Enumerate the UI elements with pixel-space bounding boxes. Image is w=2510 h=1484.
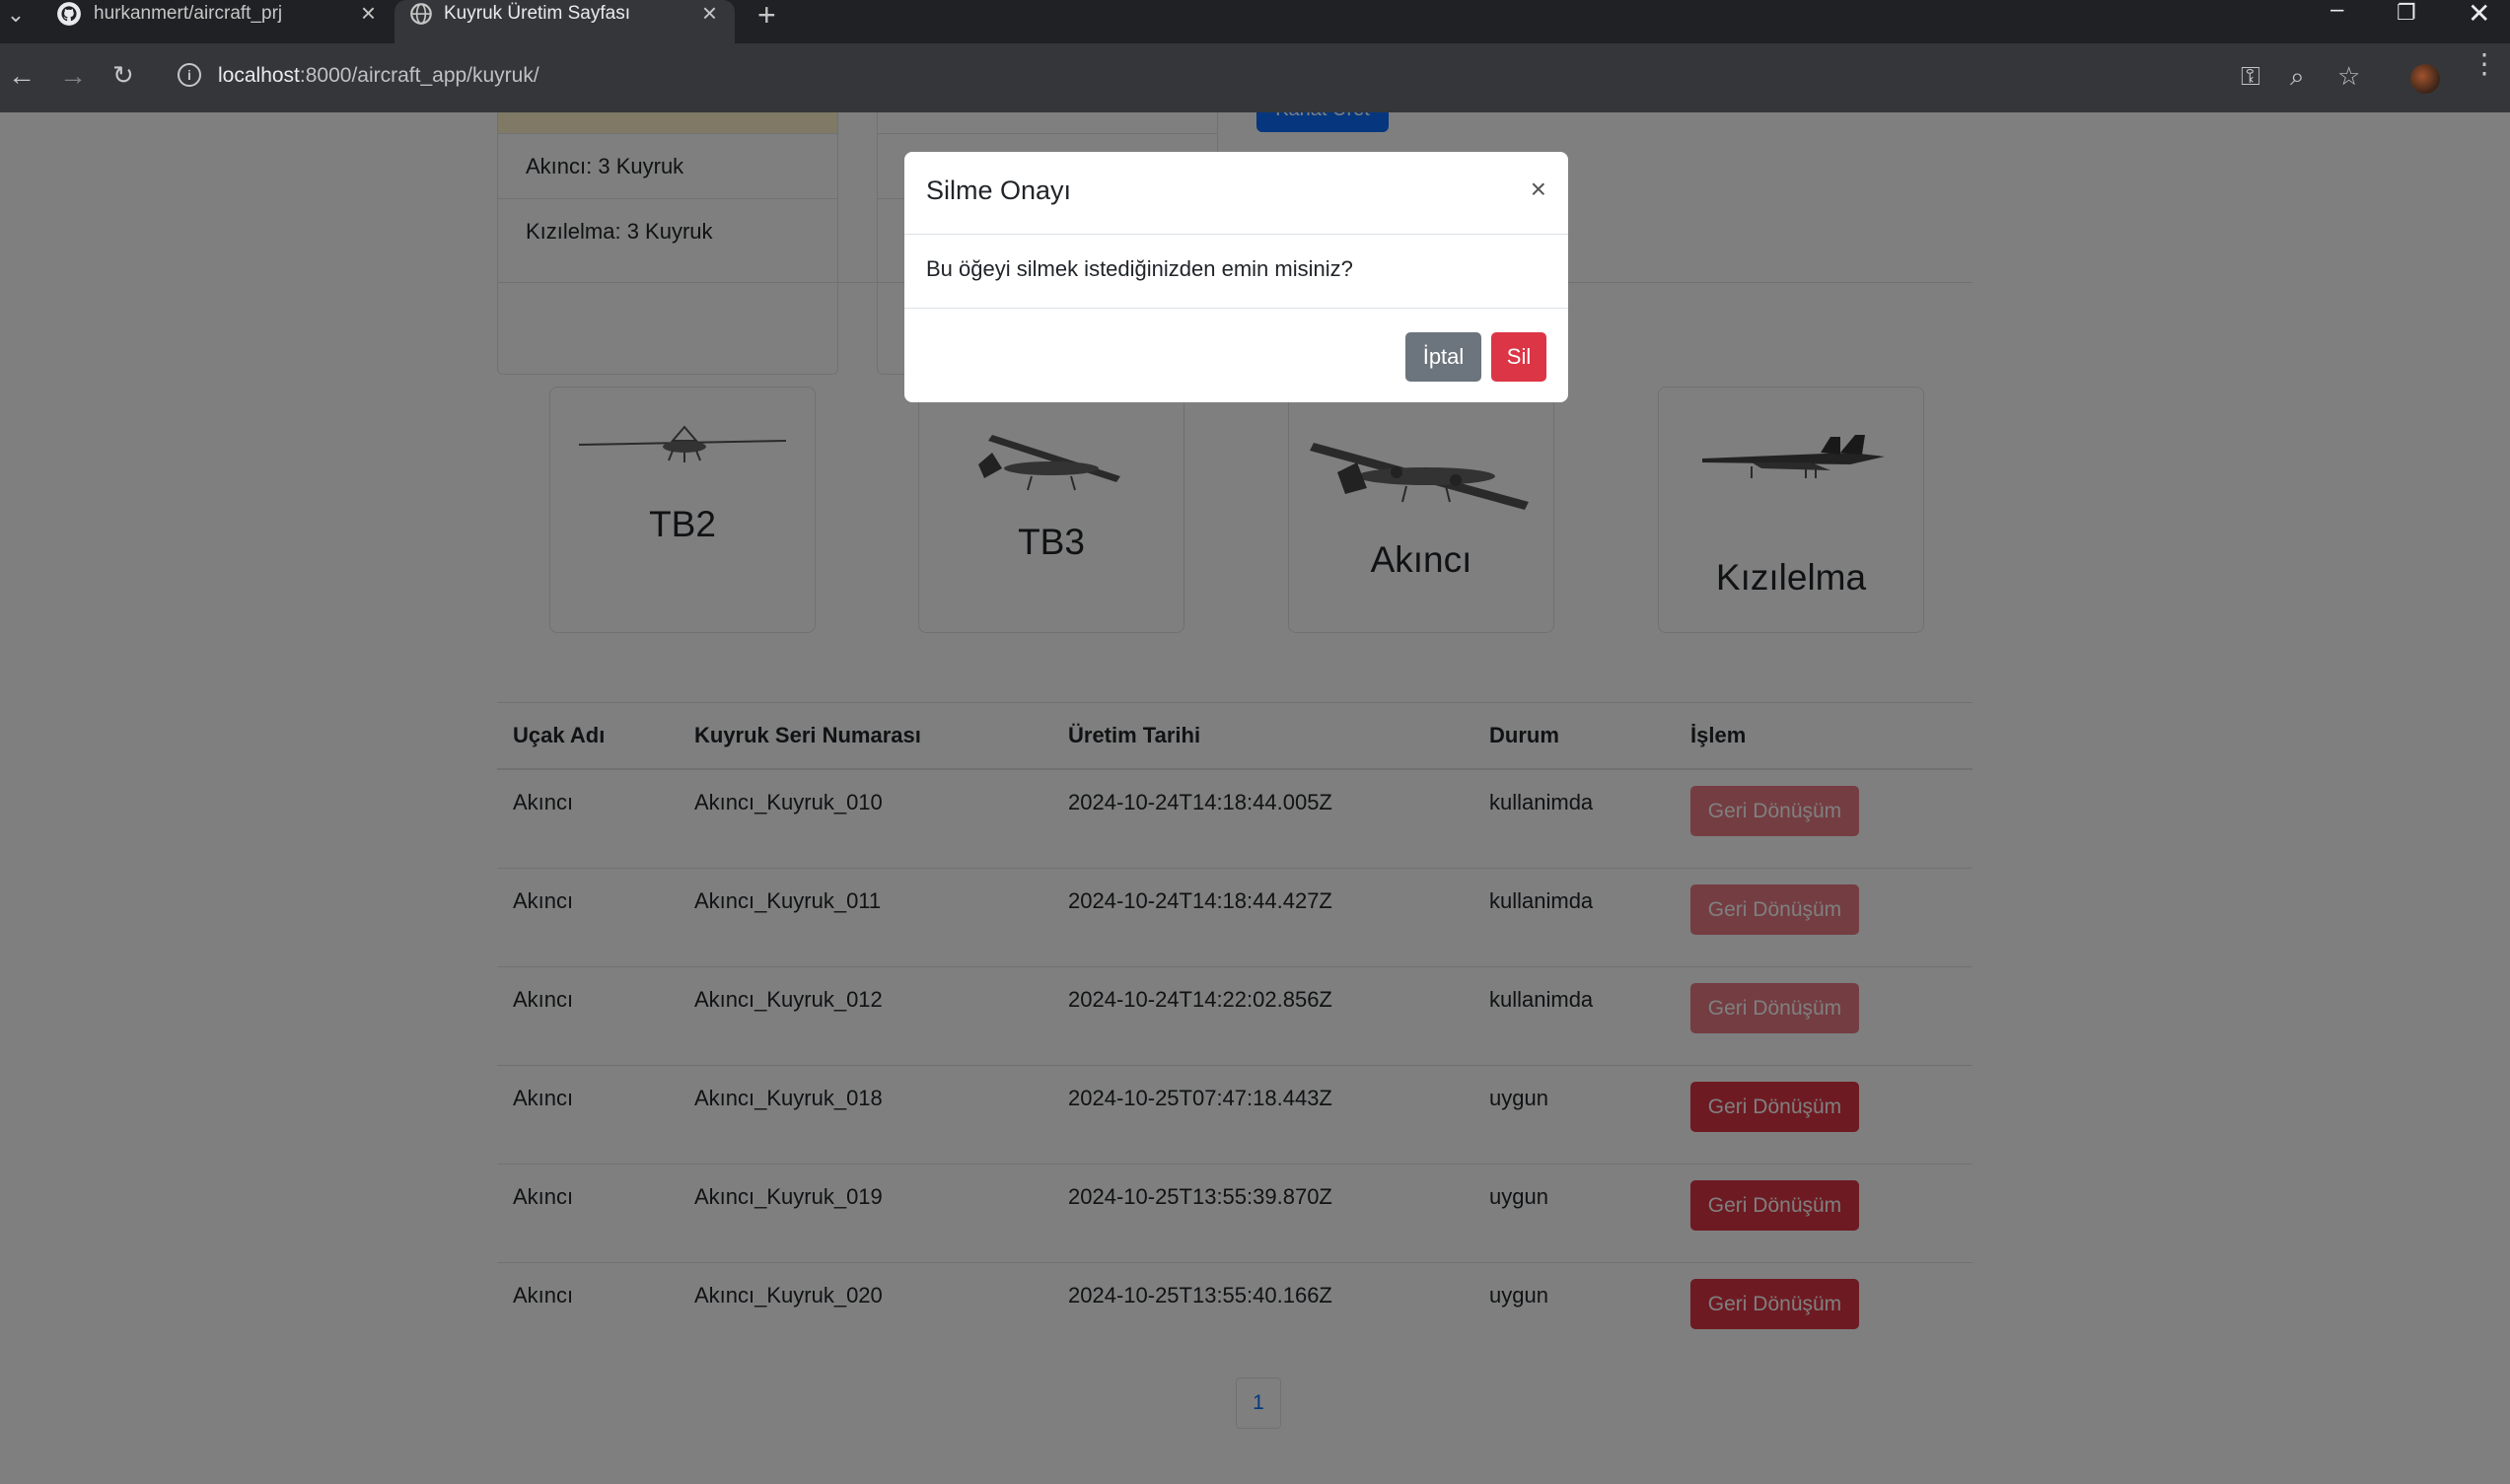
- zoom-icon[interactable]: ⌕: [2290, 61, 2305, 93]
- close-icon[interactable]: ×: [1531, 174, 1546, 205]
- tab-search-icon[interactable]: ⌄: [2, 0, 30, 32]
- browser-toolbar: ← → ↻ i localhost:8000/aircraft_app/kuyr…: [0, 43, 2510, 112]
- modal-body-text: Bu öğeyi silmek istediğinizden emin misi…: [926, 256, 1353, 281]
- close-window-icon[interactable]: ✕: [2468, 0, 2490, 30]
- restore-icon[interactable]: ❐: [2397, 0, 2416, 26]
- cancel-button[interactable]: İptal: [1405, 332, 1481, 382]
- tab-github[interactable]: hurkanmert/aircraft_prj ×: [36, 0, 394, 43]
- close-tab-icon[interactable]: ×: [361, 0, 376, 29]
- modal-title: Silme Onayı: [926, 176, 1072, 205]
- modal-header: Silme Onayı ×: [904, 152, 1568, 235]
- page-content: Akıncı: 3 Kuyruk Kızılelma: 3 Kuyruk Kan…: [0, 112, 2510, 1484]
- modal-footer-divider: [904, 308, 1568, 309]
- github-icon: [57, 2, 81, 26]
- site-info-icon[interactable]: i: [178, 63, 201, 87]
- forward-icon[interactable]: →: [59, 60, 87, 92]
- browser-menu-icon[interactable]: ⋮: [2471, 50, 2498, 78]
- tab-title: hurkanmert/aircraft_prj: [94, 3, 283, 24]
- password-key-icon[interactable]: ⚿: [2241, 61, 2260, 93]
- profile-avatar[interactable]: [2410, 64, 2440, 94]
- url-text: localhost:8000/aircraft_app/kuyruk/: [218, 64, 539, 87]
- minimize-icon[interactable]: –: [2331, 0, 2343, 24]
- tab-kuyruk[interactable]: Kuyruk Üretim Sayfası ×: [394, 0, 735, 43]
- tab-title: Kuyruk Üretim Sayfası: [444, 3, 630, 24]
- delete-button[interactable]: Sil: [1491, 332, 1546, 382]
- new-tab-icon[interactable]: +: [757, 0, 776, 34]
- close-tab-icon[interactable]: ×: [702, 0, 717, 29]
- globe-icon: [410, 3, 432, 25]
- back-icon[interactable]: ←: [8, 60, 36, 92]
- delete-confirm-modal: Silme Onayı × Bu öğeyi silmek istediğini…: [904, 152, 1568, 402]
- address-bar[interactable]: i localhost:8000/aircraft_app/kuyruk/: [166, 53, 2158, 101]
- reload-icon[interactable]: ↻: [112, 60, 134, 91]
- bookmark-star-icon[interactable]: ☆: [2337, 61, 2360, 92]
- browser-tab-bar: ⌄ hurkanmert/aircraft_prj × Kuyruk Üreti…: [0, 0, 2510, 43]
